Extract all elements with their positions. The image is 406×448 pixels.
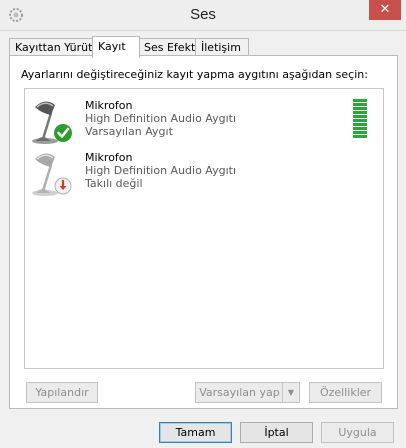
device-list: Mikrofon High Definition Audio Aygıtı Va… — [24, 88, 384, 369]
instructions-text: Ayarlarını değiştireceğiniz kayıt yapma … — [21, 68, 368, 81]
set-default-button[interactable]: Varsayılan yap ▼ — [195, 382, 300, 403]
device-info: Mikrofon High Definition Audio Aygıtı Ta… — [85, 151, 236, 190]
apply-button[interactable]: Uygula — [321, 422, 394, 443]
properties-button[interactable]: Özellikler — [309, 382, 382, 403]
title-bar: Ses ✕ — [0, 0, 406, 31]
device-driver: High Definition Audio Aygıtı — [85, 112, 236, 125]
set-default-label: Varsayılan yap — [199, 386, 280, 399]
tab-recording[interactable]: Kayıt — [92, 36, 140, 58]
device-status: Varsayılan Aygıt — [85, 125, 173, 138]
device-name: Mikrofon — [85, 151, 133, 164]
chevron-down-icon[interactable]: ▼ — [282, 383, 299, 402]
window-title: Ses — [190, 6, 216, 23]
cancel-button[interactable]: İptal — [240, 422, 313, 443]
recording-panel: Ayarlarını değiştireceğiniz kayıt yapma … — [9, 55, 398, 409]
device-item-default-mic[interactable]: Mikrofon High Definition Audio Aygıtı Va… — [25, 93, 381, 145]
device-item-unplugged-mic[interactable]: Mikrofon High Definition Audio Aygıtı Ta… — [25, 145, 381, 197]
device-status: Takılı değil — [85, 177, 143, 190]
device-driver: High Definition Audio Aygıtı — [85, 164, 236, 177]
close-button[interactable]: ✕ — [369, 0, 401, 20]
default-check-icon — [54, 124, 72, 142]
ok-button[interactable]: Tamam — [159, 422, 232, 443]
device-info: Mikrofon High Definition Audio Aygıtı Va… — [85, 99, 236, 138]
dialog-button-bar: Tamam İptal Uygula — [0, 412, 406, 448]
microphone-icon — [32, 153, 72, 196]
configure-button[interactable]: Yapılandır — [26, 382, 98, 403]
input-level-meter — [353, 99, 367, 139]
device-name: Mikrofon — [85, 99, 133, 112]
microphone-icon — [32, 101, 72, 144]
